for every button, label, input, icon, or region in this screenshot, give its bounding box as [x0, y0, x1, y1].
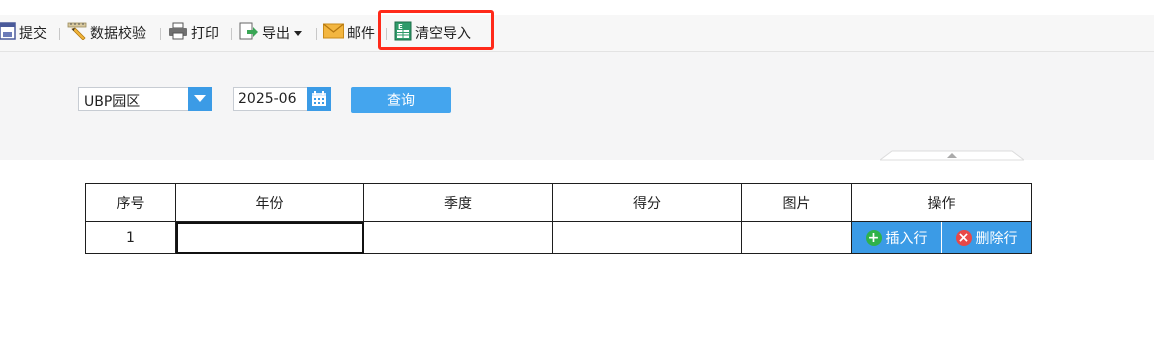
quarter-cell[interactable]	[363, 221, 553, 254]
calendar-icon[interactable]	[307, 87, 331, 111]
score-cell[interactable]	[552, 221, 742, 254]
toolbar-separator	[316, 28, 317, 40]
collapse-panel-handle[interactable]	[878, 149, 1026, 165]
printer-icon	[168, 22, 188, 44]
mail-label: 邮件	[347, 26, 375, 42]
chevron-down-icon	[294, 25, 302, 41]
toolbar-separator	[160, 28, 161, 40]
query-button[interactable]: 查询	[351, 87, 451, 113]
column-header-actions: 操作	[851, 183, 1032, 222]
table-row: 1 + 插入行 × 删除行	[85, 221, 1032, 254]
date-field[interactable]: 2025-06	[233, 87, 331, 111]
pencil-ruler-icon	[67, 22, 87, 44]
image-cell[interactable]	[741, 221, 852, 254]
row-index-cell: 1	[85, 221, 176, 254]
data-table: 序号 年份 季度 得分 图片 操作 1 + 插入行 × 删除行	[85, 183, 1032, 254]
submit-button[interactable]: 提交	[0, 15, 47, 51]
export-icon	[239, 22, 259, 44]
data-validation-label: 数据校验	[90, 26, 146, 42]
year-cell[interactable]	[175, 221, 364, 254]
export-label: 导出	[262, 26, 290, 42]
toolbar-separator	[59, 28, 60, 40]
mail-icon	[323, 23, 344, 43]
export-button[interactable]: 导出	[239, 15, 302, 51]
dropdown-arrow-icon[interactable]	[188, 87, 212, 111]
actions-cell: + 插入行 × 删除行	[851, 221, 1032, 254]
insert-row-button[interactable]: + 插入行	[852, 222, 941, 253]
column-header-score: 得分	[552, 183, 742, 222]
delete-row-label: 删除行	[975, 230, 1018, 247]
data-validation-button[interactable]: 数据校验	[67, 15, 146, 51]
park-select-value: UBP园区	[84, 94, 141, 110]
submit-icon	[0, 22, 16, 44]
close-icon: ×	[955, 229, 972, 246]
query-panel: UBP园区 2025-06 查询	[0, 52, 1154, 160]
highlight-box	[378, 10, 494, 50]
column-header-index: 序号	[85, 183, 176, 222]
column-header-year: 年份	[175, 183, 364, 222]
column-header-quarter: 季度	[363, 183, 553, 222]
insert-row-label: 插入行	[885, 230, 928, 247]
mail-button[interactable]: 邮件	[323, 15, 375, 51]
submit-label: 提交	[19, 26, 47, 42]
plus-icon: +	[865, 229, 882, 246]
toolbar-separator	[231, 28, 232, 40]
print-label: 打印	[191, 26, 219, 42]
toolbar: 提交 数据校验 打印 导出 邮件 E 清空导入	[0, 15, 1154, 52]
column-header-image: 图片	[741, 183, 852, 222]
delete-row-button[interactable]: × 删除行	[941, 222, 1031, 253]
date-value: 2025-06	[238, 91, 297, 107]
print-button[interactable]: 打印	[168, 15, 219, 51]
park-select[interactable]: UBP园区	[78, 87, 212, 111]
table-header-row: 序号 年份 季度 得分 图片 操作	[85, 183, 1032, 222]
